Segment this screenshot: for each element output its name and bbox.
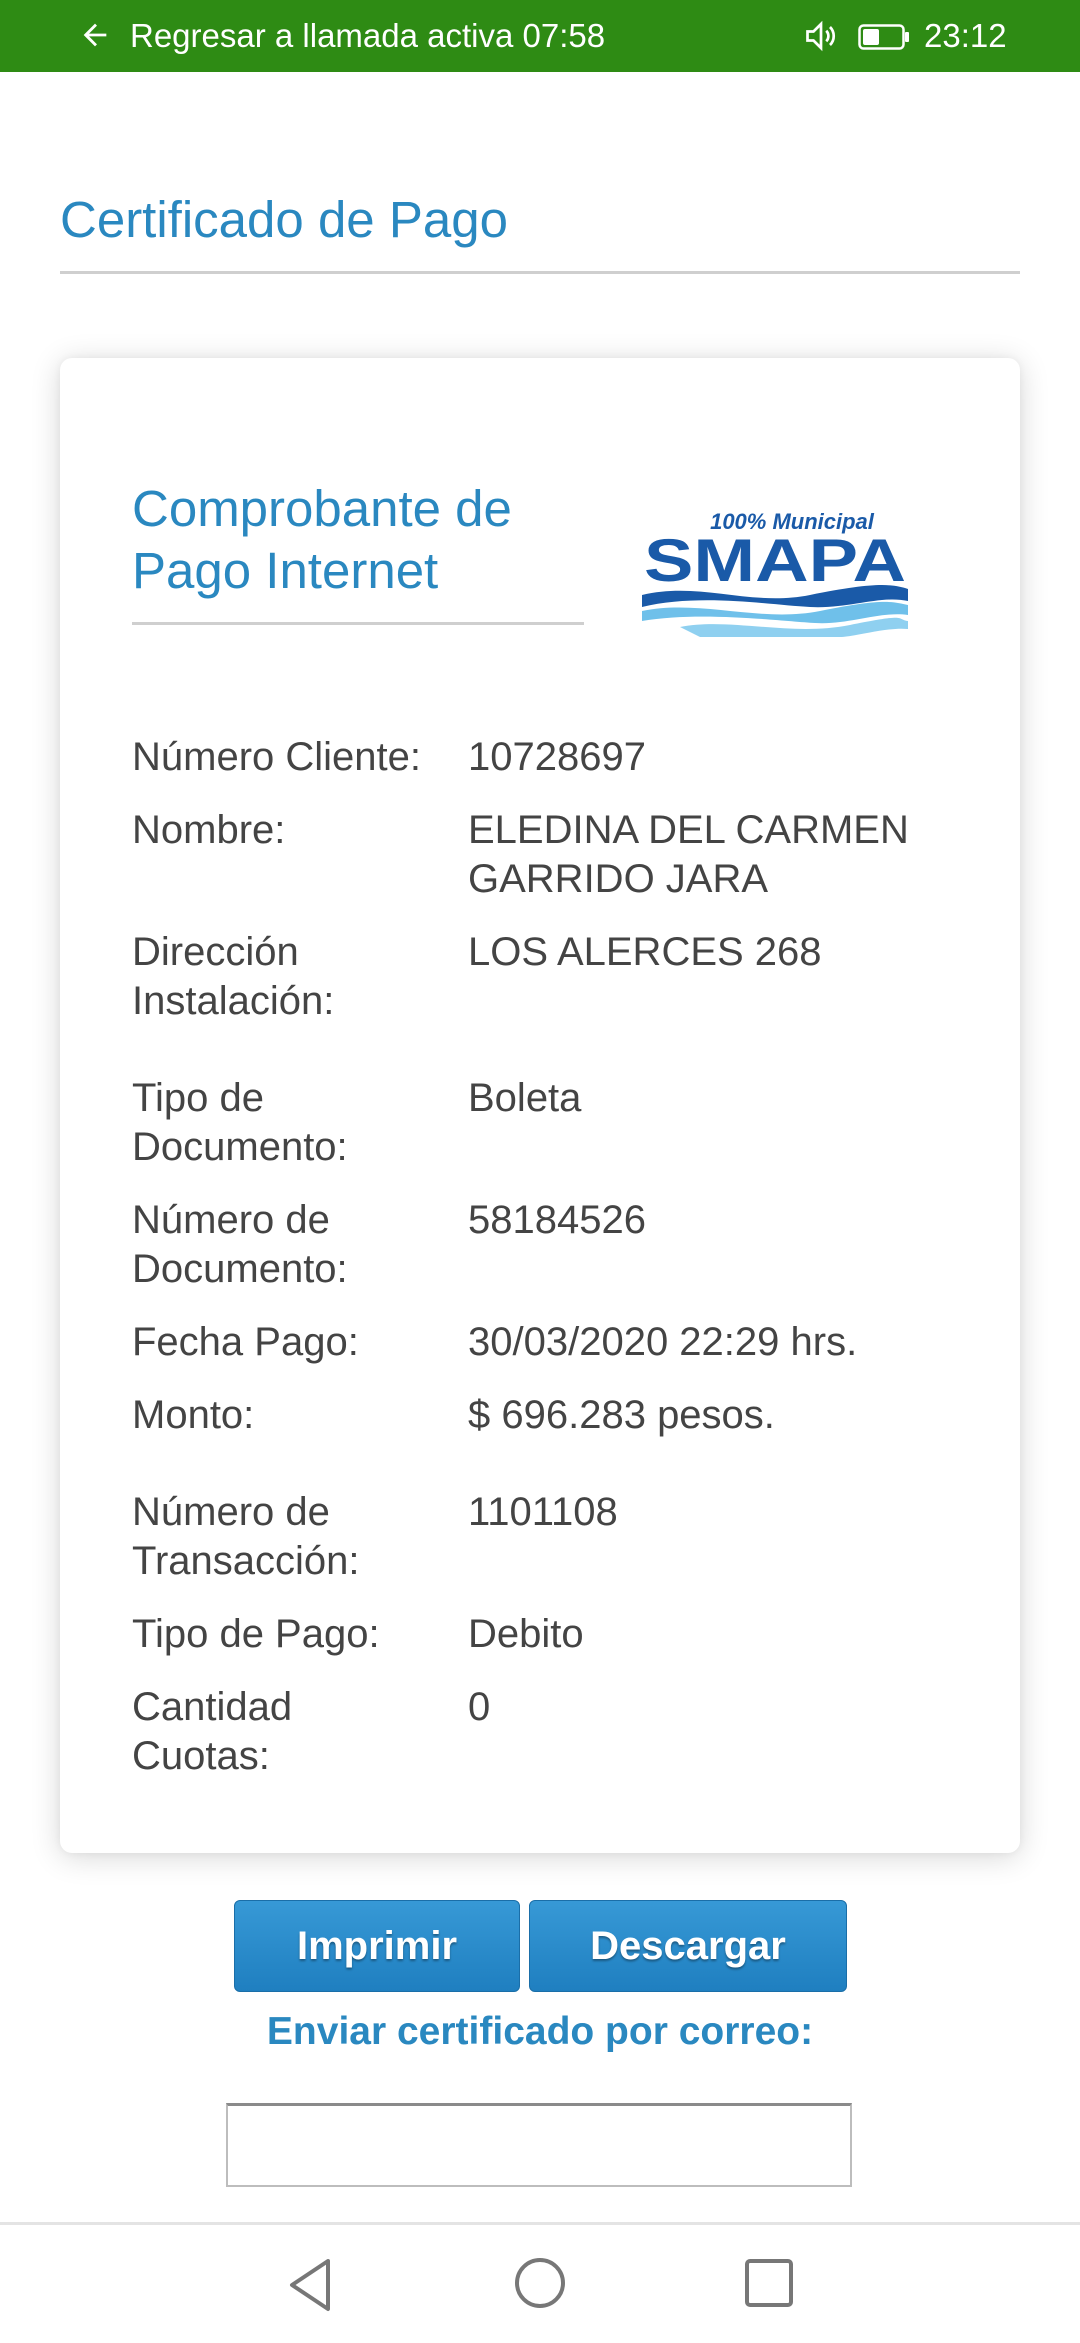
field-value: 30/03/2020 22:29 hrs.	[468, 1320, 858, 1364]
field-value: 58184526	[468, 1198, 646, 1242]
field-label: Tipo de Documento:	[132, 1076, 348, 1169]
receipt-title: Comprobante de Pago Internet	[132, 480, 512, 599]
title-divider	[60, 271, 1020, 274]
logo-name: SMAPA	[644, 527, 906, 594]
receipt-title-divider	[132, 622, 584, 625]
field-value: 10728697	[468, 735, 646, 779]
volume-icon	[806, 20, 835, 52]
field-label: Número Cliente:	[132, 735, 422, 779]
smapa-logo: 100% Municipal SMAPA	[642, 509, 908, 637]
field-label: Cantidad Cuotas:	[132, 1685, 293, 1778]
return-to-call-text[interactable]: Regresar a llamada activa 07:58	[130, 0, 605, 72]
clock-time: 23:12	[924, 17, 1007, 54]
download-button[interactable]: Descargar	[529, 1900, 847, 1992]
system-navigation-bar	[0, 2222, 1080, 2343]
print-button[interactable]: Imprimir	[234, 1900, 520, 1992]
field-label: Número de Transacción:	[132, 1490, 360, 1583]
circle-home-icon[interactable]	[512, 2255, 568, 2311]
arrow-left-icon[interactable]	[78, 18, 112, 52]
status-bar: Regresar a llamada activa 07:58 23:12	[0, 0, 1080, 72]
field-label: Monto:	[132, 1393, 255, 1437]
field-label: Tipo de Pago:	[132, 1612, 380, 1656]
field-value: 0	[468, 1685, 491, 1729]
field-value: $ 696.283 pesos.	[468, 1393, 775, 1437]
field-value: Boleta	[468, 1076, 582, 1120]
field-label: Número de Documento:	[132, 1198, 348, 1291]
field-value: ELEDINA DEL CARMEN GARRIDO JARA	[468, 808, 909, 901]
field-value: LOS ALERCES 268	[468, 930, 822, 974]
email-input[interactable]	[226, 2103, 852, 2187]
battery-icon	[858, 24, 909, 50]
field-value: Debito	[468, 1612, 584, 1656]
square-recents-icon[interactable]	[743, 2257, 795, 2309]
field-value: 1101108	[468, 1490, 618, 1534]
field-label: Nombre:	[132, 808, 286, 852]
email-certificate-label: Enviar certificado por correo:	[266, 2010, 814, 2053]
field-label: Dirección Instalación:	[132, 930, 335, 1023]
payment-receipt-card: Comprobante de Pago Internet 100% Munici…	[60, 358, 1020, 1853]
triangle-back-icon[interactable]	[282, 2255, 338, 2315]
field-label: Fecha Pago:	[132, 1320, 359, 1364]
page-title: Certificado de Pago	[60, 191, 508, 248]
